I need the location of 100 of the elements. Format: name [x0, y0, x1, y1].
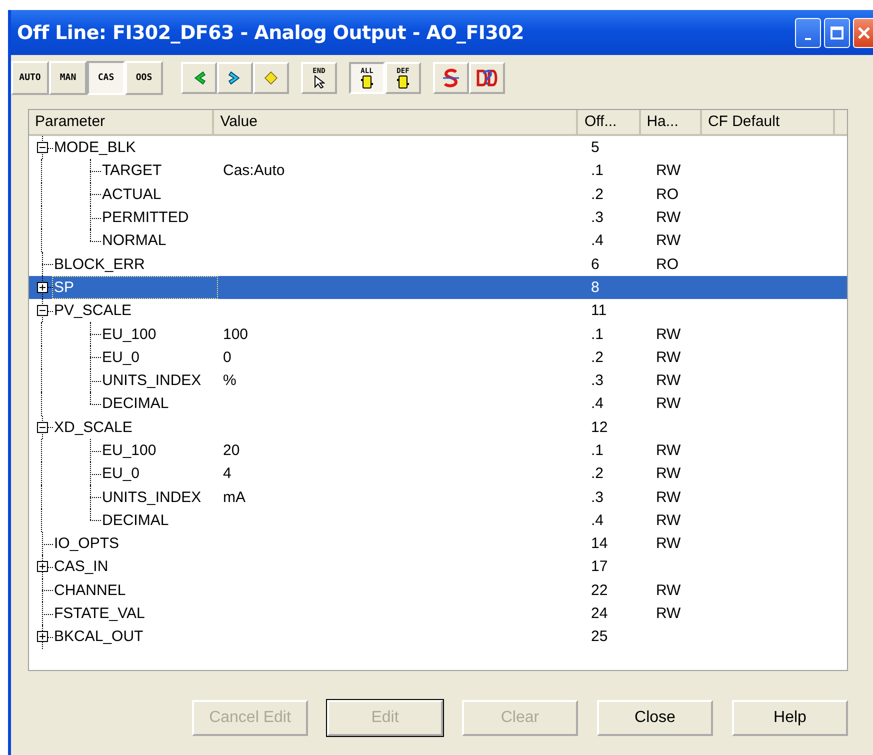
offset-cell: 11 [591, 302, 607, 320]
handling-cell: RW [656, 372, 681, 390]
offset-cell: 14 [591, 535, 608, 552]
offset-cell: .2 [591, 465, 604, 482]
parameter-name[interactable]: PERMITTED [101, 207, 190, 228]
offset-cell: 6 [591, 256, 600, 273]
parameter-name[interactable]: EU_100 [101, 324, 158, 345]
value-cell: 4 [223, 465, 232, 482]
help-tool-button[interactable] [469, 62, 505, 94]
value-cell: mA [223, 488, 246, 506]
column-header[interactable]: Value [214, 110, 578, 134]
collapse-icon[interactable] [37, 422, 48, 433]
parameter-name[interactable]: EU_0 [101, 346, 141, 368]
offset-cell: 17 [591, 558, 608, 576]
offset-cell: 24 [591, 605, 608, 622]
handling-cell: RW [656, 348, 681, 366]
handling-cell: RW [656, 535, 681, 552]
next-button[interactable] [217, 62, 253, 94]
offset-cell: .3 [591, 372, 604, 390]
parameter-name[interactable]: PV_SCALE [53, 300, 133, 322]
parameter-name[interactable]: UNITS_INDEX [101, 370, 202, 392]
question-icon [476, 68, 498, 88]
handling-cell: RW [656, 162, 681, 180]
mode-button[interactable]: MAN [49, 61, 87, 95]
dialog-button[interactable]: Help [732, 700, 848, 736]
offset-cell: .1 [591, 326, 604, 343]
parameter-name[interactable]: XD_SCALE [53, 416, 134, 438]
value-cell: Cas:Auto [223, 162, 285, 180]
parameter-name[interactable]: NORMAL [101, 230, 168, 252]
column-header[interactable]: CF Default [702, 110, 835, 134]
handling-cell: RW [656, 582, 681, 599]
offset-cell: .3 [591, 488, 604, 506]
mode-button[interactable]: AUTO [11, 61, 49, 95]
diamond-icon [263, 70, 279, 86]
window-title: Off Line: FI302_DF63 - Analog Output - AO_FI302 [17, 22, 524, 44]
handling-cell: RO [656, 256, 678, 273]
offset-cell: 5 [591, 139, 600, 156]
handling-cell: RW [656, 232, 681, 250]
minimize-icon [805, 38, 811, 40]
handling-cell: RW [656, 465, 681, 482]
mode-button[interactable]: CAS [87, 61, 125, 95]
maximize-icon [830, 26, 844, 40]
minimize-button[interactable] [795, 18, 821, 48]
parameter-name[interactable]: MODE_BLK [53, 137, 137, 158]
default-button[interactable] [433, 62, 469, 94]
parameter-name[interactable]: ACTUAL [101, 184, 162, 205]
collapse-icon[interactable] [37, 142, 48, 153]
block-icon [360, 75, 374, 89]
parameter-name[interactable]: CAS_IN [53, 556, 110, 578]
offset-cell: 22 [591, 582, 608, 599]
offset-cell: 12 [591, 418, 608, 436]
offset-cell: .4 [591, 512, 604, 529]
parameter-name[interactable]: DECIMAL [101, 510, 170, 531]
value-cell: 100 [223, 326, 248, 343]
handling-cell: RW [656, 209, 681, 226]
offset-cell: .2 [591, 348, 604, 366]
maximize-button[interactable] [824, 18, 850, 48]
block-icon [396, 75, 410, 89]
cursor-icon [313, 75, 325, 89]
parameter-name[interactable]: EU_0 [101, 463, 141, 484]
offset-cell: .4 [591, 395, 604, 412]
offset-cell: 25 [591, 628, 608, 646]
parameter-name[interactable]: IO_OPTS [53, 533, 120, 554]
parameter-name[interactable]: BKCAL_OUT [53, 626, 144, 648]
expand-icon[interactable] [37, 631, 48, 642]
expand-icon[interactable] [37, 282, 48, 293]
column-header[interactable]: Ha... [640, 110, 702, 134]
handling-cell: RW [656, 605, 681, 622]
handling-cell: RO [656, 186, 678, 203]
previous-button[interactable] [181, 62, 217, 94]
value-cell: 0 [223, 348, 232, 366]
handling-cell: RW [656, 395, 681, 412]
parameter-name[interactable]: CHANNEL [53, 580, 127, 601]
offset-cell: .3 [591, 209, 604, 226]
offset-cell: .1 [591, 442, 604, 459]
offset-cell: .1 [591, 162, 604, 180]
value-cell: % [223, 372, 236, 390]
offset-cell: .2 [591, 186, 604, 203]
dialog-button[interactable]: Close [597, 700, 713, 736]
parameter-name[interactable]: BLOCK_ERR [53, 254, 146, 275]
handling-cell: RW [656, 512, 681, 529]
parameter-name[interactable]: DECIMAL [101, 393, 170, 414]
parameter-name[interactable]: EU_100 [101, 440, 158, 461]
mode-button[interactable]: OOS [125, 61, 163, 95]
parameter-name[interactable]: UNITS_INDEX [101, 486, 202, 508]
offset-cell: .4 [591, 232, 604, 250]
close-button[interactable] [853, 18, 873, 48]
column-header[interactable]: Parameter [29, 110, 214, 134]
expand-icon[interactable] [37, 561, 48, 572]
handling-cell: RW [656, 488, 681, 506]
handling-cell: RW [656, 326, 681, 343]
column-header[interactable]: Off... [578, 110, 641, 134]
close-icon [856, 26, 870, 40]
handling-cell: RW [656, 442, 681, 459]
parameter-name[interactable]: TARGET [101, 160, 163, 182]
value-cell: 20 [223, 442, 240, 459]
offset-cell: 8 [591, 278, 600, 296]
parameter-name[interactable]: SP [53, 276, 217, 298]
collapse-icon[interactable] [37, 305, 48, 316]
parameter-name[interactable]: FSTATE_VAL [53, 603, 146, 624]
